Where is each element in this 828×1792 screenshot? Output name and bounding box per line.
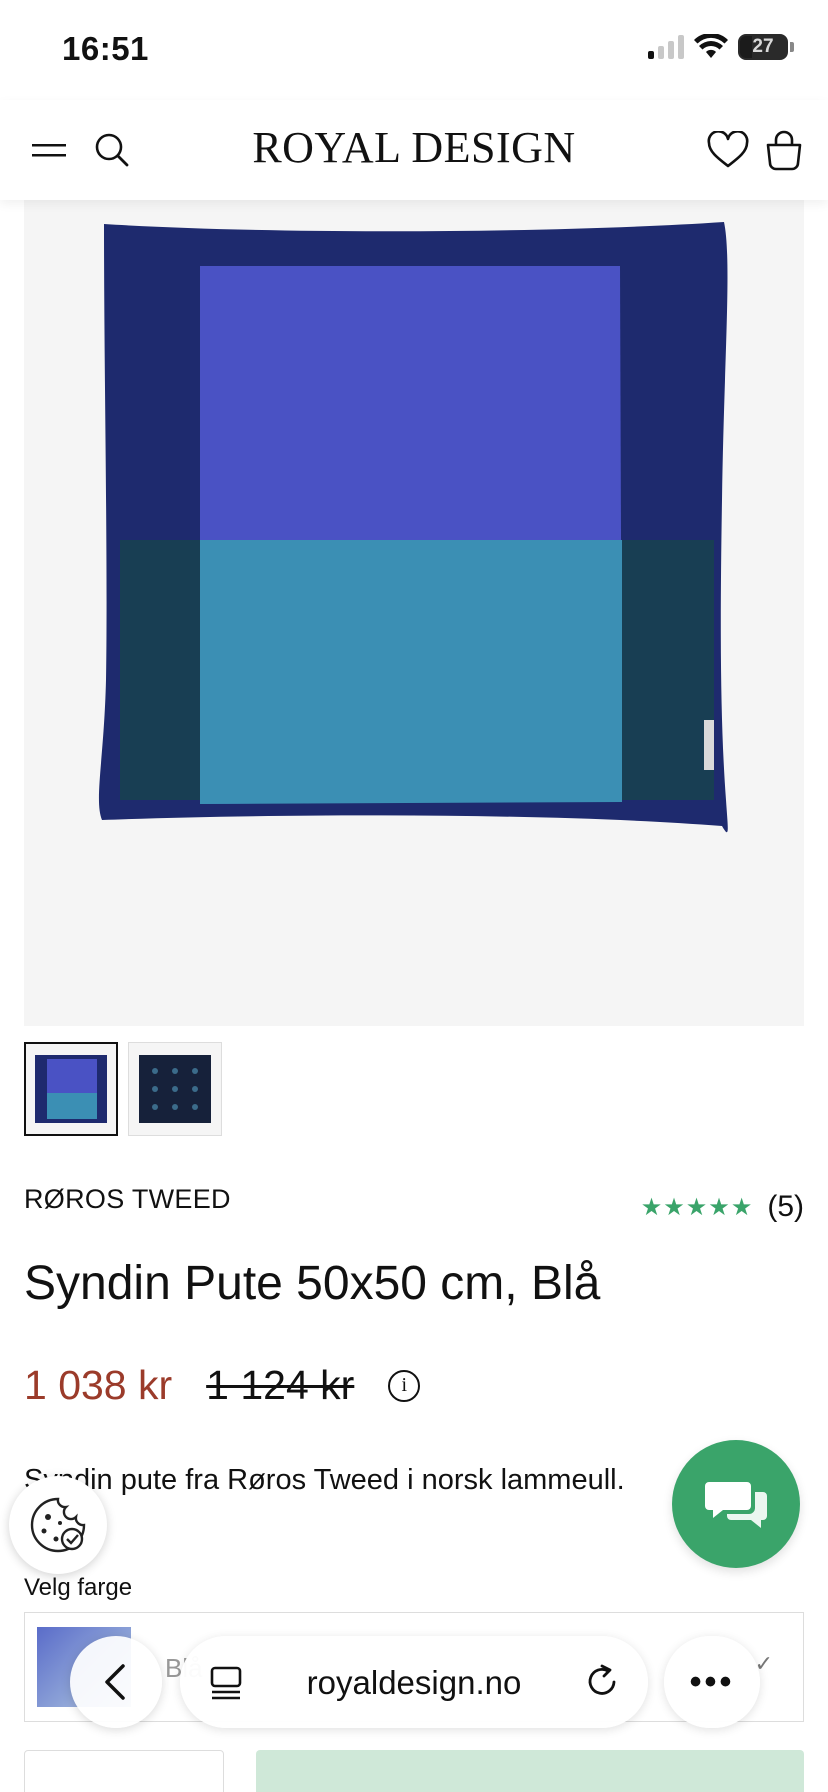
thumbnail-2[interactable]	[128, 1042, 222, 1136]
quantity-selector[interactable]	[24, 1750, 224, 1792]
pattern-cushion-thumbnail-icon	[139, 1055, 211, 1123]
cushion-thumbnail-icon	[35, 1055, 107, 1123]
more-options-button[interactable]: •••	[664, 1636, 760, 1728]
battery-icon: 27	[738, 34, 788, 60]
rating-stars-icon: ★★★★★	[640, 1193, 754, 1221]
address-bar[interactable]: royaldesign.no	[180, 1636, 648, 1728]
status-time: 16:51	[62, 30, 149, 67]
thumbnail-1[interactable]	[24, 1042, 118, 1136]
product-rating[interactable]: ★★★★★ (5)	[641, 1190, 804, 1224]
sale-price: 1 038 kr	[24, 1362, 173, 1408]
more-dots-icon: •••	[689, 1662, 735, 1701]
status-bar: 16:51 27	[0, 0, 828, 100]
url-text: royaldesign.no	[306, 1664, 522, 1701]
add-to-cart-button[interactable]	[256, 1750, 804, 1792]
chat-bubbles-icon	[705, 1482, 767, 1528]
browser-back-button[interactable]	[70, 1636, 162, 1728]
original-price: 1 124 kr	[206, 1362, 355, 1408]
product-description: Syndin pute fra Røros Tweed i norsk lamm…	[24, 1464, 625, 1496]
chevron-left-icon	[105, 1664, 125, 1700]
product-title: Syndin Pute 50x50 cm, Blå	[24, 1257, 601, 1310]
rating-count: (5)	[767, 1190, 804, 1223]
price-info-icon[interactable]: i	[388, 1369, 421, 1402]
wifi-icon	[694, 34, 728, 58]
wishlist-heart-icon[interactable]	[704, 126, 752, 174]
product-brand[interactable]: RØROS TWEED	[24, 1184, 231, 1215]
status-icons: 27	[648, 34, 794, 60]
shopping-bag-icon[interactable]	[760, 126, 808, 174]
browser-toolbar: royaldesign.no •••	[0, 1612, 828, 1742]
cushion-image	[98, 222, 728, 833]
product-main-image[interactable]	[24, 200, 804, 1026]
reload-icon[interactable]	[584, 1662, 620, 1700]
chat-button[interactable]	[672, 1440, 800, 1568]
cellular-signal-icon	[648, 35, 684, 59]
battery-level: 27	[752, 36, 774, 57]
product-thumbnails	[24, 1042, 222, 1136]
price-row: 1 038 kr 1 124 kr i	[24, 1362, 421, 1409]
color-select-label: Velg farge	[24, 1574, 133, 1601]
cookie-settings-button[interactable]	[9, 1476, 107, 1574]
site-header: ROYAL DESIGN	[0, 100, 828, 200]
cookie-icon	[30, 1497, 86, 1553]
